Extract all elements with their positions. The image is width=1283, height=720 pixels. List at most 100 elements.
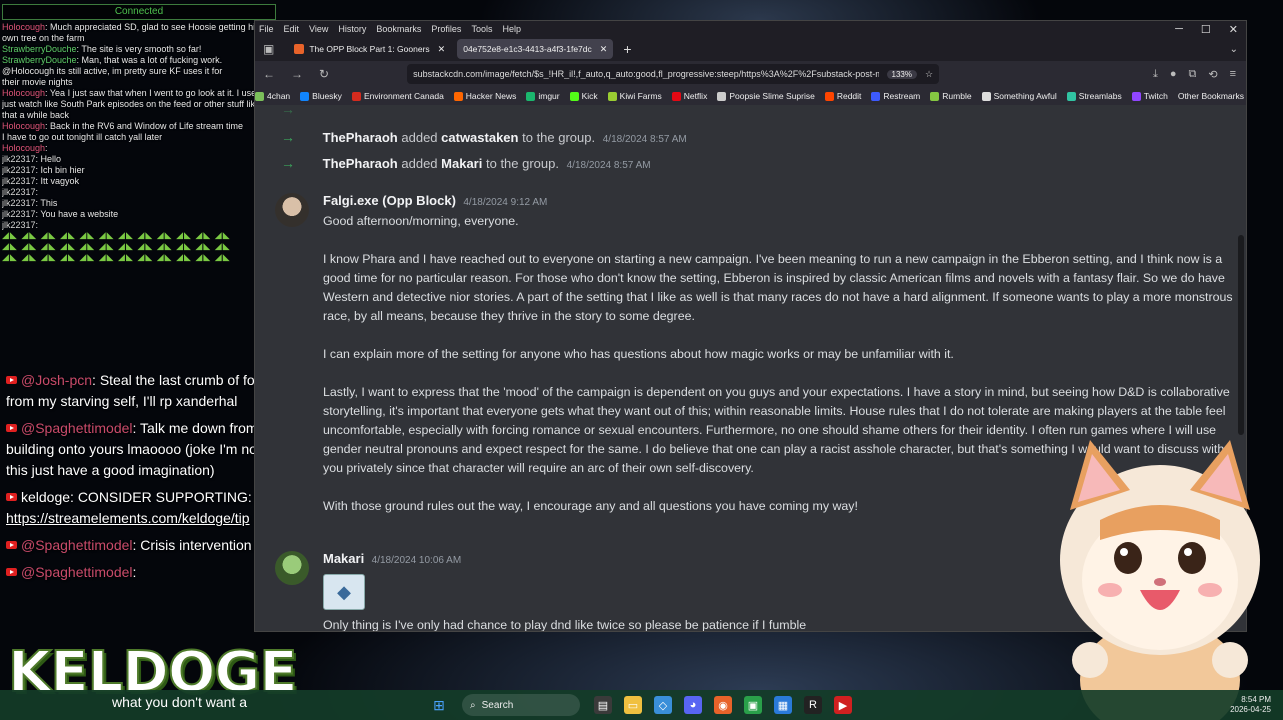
- chat-username[interactable]: Holocough: [2, 22, 45, 32]
- chevron-down-icon[interactable]: ⌄: [1230, 44, 1238, 55]
- chat-username[interactable]: jlk22317: [2, 187, 36, 197]
- actor-name[interactable]: ThePharaoh: [323, 130, 398, 145]
- windows-start-icon[interactable]: ⊞: [430, 696, 448, 714]
- chat-username[interactable]: StrawberryDouche: [2, 44, 77, 54]
- chat-username[interactable]: @Spaghettimodel: [21, 537, 133, 553]
- chat-line: just watch like South Park episodes on t…: [2, 99, 260, 110]
- bookmark-label: Streamlabs: [1078, 91, 1122, 101]
- menu-bookmarks[interactable]: Bookmarks: [376, 24, 421, 34]
- forward-icon[interactable]: →: [291, 67, 303, 81]
- task-view-icon[interactable]: ▤: [594, 696, 612, 714]
- puzzle-icon[interactable]: ⧉: [1189, 68, 1197, 81]
- chat-username[interactable]: jlk22317: [2, 198, 36, 208]
- bookmark-item[interactable]: Twitch: [1131, 91, 1168, 101]
- actor-name[interactable]: ThePharaoh: [323, 156, 398, 171]
- url-bar[interactable]: substackcdn.com/image/fetch/$s_!HR_il!,f…: [407, 64, 940, 84]
- nav-bar: ← → ↻ substackcdn.com/image/fetch/$s_!HR…: [255, 61, 1246, 87]
- bookmark-item[interactable]: Netflix: [671, 91, 707, 101]
- menu-help[interactable]: Help: [502, 24, 521, 34]
- bookmark-item[interactable]: Kick: [569, 91, 598, 101]
- zoom-level[interactable]: 133%: [886, 69, 917, 79]
- tab-close-icon[interactable]: ✕: [438, 44, 446, 55]
- bookmark-item[interactable]: Something Awful: [981, 91, 1057, 101]
- bookmark-item[interactable]: Reddit: [824, 91, 861, 101]
- message-author[interactable]: Makari: [323, 551, 364, 566]
- bookmark-label: Rumble: [942, 91, 972, 101]
- new-tab-button[interactable]: +: [623, 41, 631, 57]
- history-icon[interactable]: ⟲: [1208, 68, 1217, 81]
- chat-overflow-text: what you don't want a: [112, 694, 247, 710]
- bookmark-item[interactable]: imgur: [526, 91, 560, 101]
- chat-username[interactable]: StrawberryDouche: [2, 55, 77, 65]
- download-icon[interactable]: ⤓: [1153, 68, 1158, 81]
- stream-chat-small: Holocough: Much appreciated SD, glad to …: [2, 22, 260, 264]
- extension-icon[interactable]: ●: [1170, 68, 1177, 81]
- scrollbar[interactable]: [1238, 235, 1244, 435]
- bookmark-label: Restream: [883, 91, 921, 101]
- app-icon[interactable]: ▦: [774, 696, 792, 714]
- chat-username[interactable]: jlk22317: [2, 220, 36, 230]
- bookmark-item[interactable]: Bluesky: [300, 91, 342, 101]
- menu-edit[interactable]: Edit: [284, 24, 300, 34]
- maximize-icon[interactable]: ☐: [1201, 23, 1211, 36]
- chat-username[interactable]: jlk22317: [2, 209, 36, 219]
- bookmark-item[interactable]: Environment Canada: [351, 91, 444, 101]
- chat-username[interactable]: jlk22317: [2, 176, 36, 186]
- bookmark-item[interactable]: Restream: [871, 91, 920, 101]
- chat-username[interactable]: jlk22317: [2, 165, 36, 175]
- chat-username[interactable]: Holocough: [2, 121, 45, 131]
- bookmark-favicon-icon: [526, 91, 536, 101]
- chat-username[interactable]: @Spaghettimodel: [21, 564, 133, 580]
- menu-file[interactable]: File: [259, 24, 274, 34]
- bookmark-item[interactable]: Rumble: [930, 91, 972, 101]
- chat-username[interactable]: jlk22317: [2, 154, 36, 164]
- timestamp: 4/18/2024 8:57 AM: [566, 160, 651, 171]
- tab-list-icon[interactable]: ▣: [263, 42, 274, 56]
- separator: :: [132, 564, 137, 580]
- reload-icon[interactable]: ↻: [319, 67, 329, 81]
- other-bookmarks[interactable]: Other Bookmarks: [1178, 91, 1244, 101]
- tab-image[interactable]: 04e752e8-e1c3-4413-a4f3-1fe7dc ✕: [457, 39, 614, 59]
- menu-view[interactable]: View: [309, 24, 328, 34]
- star-icon[interactable]: ☆: [925, 69, 933, 80]
- discord-icon[interactable]: ◕: [684, 696, 702, 714]
- chat-text: keldoge: CONSIDER SUPPORTING:: [21, 489, 252, 505]
- message-paragraph: I know Phara and I have reached out to e…: [323, 252, 1233, 323]
- back-icon[interactable]: ←: [263, 67, 275, 81]
- bookmark-item[interactable]: Streamlabs: [1066, 91, 1122, 101]
- sticker-image[interactable]: ◆: [323, 574, 365, 610]
- close-icon[interactable]: ✕: [1229, 23, 1238, 36]
- avatar[interactable]: [275, 551, 309, 585]
- chat-username[interactable]: @Josh-pcn: [21, 372, 92, 388]
- chat-text: I have to go out tonight ill catch yall …: [2, 132, 163, 142]
- target-name[interactable]: Makari: [441, 156, 482, 171]
- file-explorer-icon[interactable]: ▭: [624, 696, 642, 714]
- firefox-icon[interactable]: ◉: [714, 696, 732, 714]
- avatar[interactable]: [275, 193, 309, 227]
- target-name[interactable]: catwastaken: [441, 130, 518, 145]
- bookmark-item[interactable]: Kiwi Farms: [607, 91, 662, 101]
- bookmark-item[interactable]: 4chan: [255, 91, 290, 101]
- menu-history[interactable]: History: [338, 24, 366, 34]
- tab-opp-block[interactable]: The OPP Block Part 1: Gooners ✕: [288, 39, 451, 59]
- menu-icon[interactable]: ≡: [1230, 68, 1236, 81]
- message-author[interactable]: Falgi.exe (Opp Block): [323, 193, 456, 208]
- bookmark-item[interactable]: Hacker News: [453, 91, 516, 101]
- taskbar-search[interactable]: ⌕ Search: [462, 694, 580, 716]
- copilot-icon[interactable]: ◇: [654, 696, 672, 714]
- bookmark-item[interactable]: Poopsie Slime Suprise: [717, 91, 815, 101]
- chat-username[interactable]: @Spaghettimodel: [21, 420, 133, 436]
- app-icon[interactable]: ▶: [834, 696, 852, 714]
- minimize-icon[interactable]: ─: [1175, 23, 1183, 36]
- youtube-icon: [6, 541, 17, 549]
- app-icon[interactable]: ▣: [744, 696, 762, 714]
- menu-tools[interactable]: Tools: [471, 24, 492, 34]
- chat-username[interactable]: Holocough: [2, 88, 45, 98]
- system-clock[interactable]: 8:54 PM 2026-04-25: [1230, 695, 1271, 715]
- app-icon[interactable]: R: [804, 696, 822, 714]
- chat-username[interactable]: Holocough: [2, 143, 45, 153]
- menu-profiles[interactable]: Profiles: [431, 24, 461, 34]
- tab-close-icon[interactable]: ✕: [600, 44, 608, 55]
- tip-link[interactable]: https://streamelements.com/keldoge/tip: [6, 510, 250, 526]
- bookmark-label: Kiwi Farms: [619, 91, 662, 101]
